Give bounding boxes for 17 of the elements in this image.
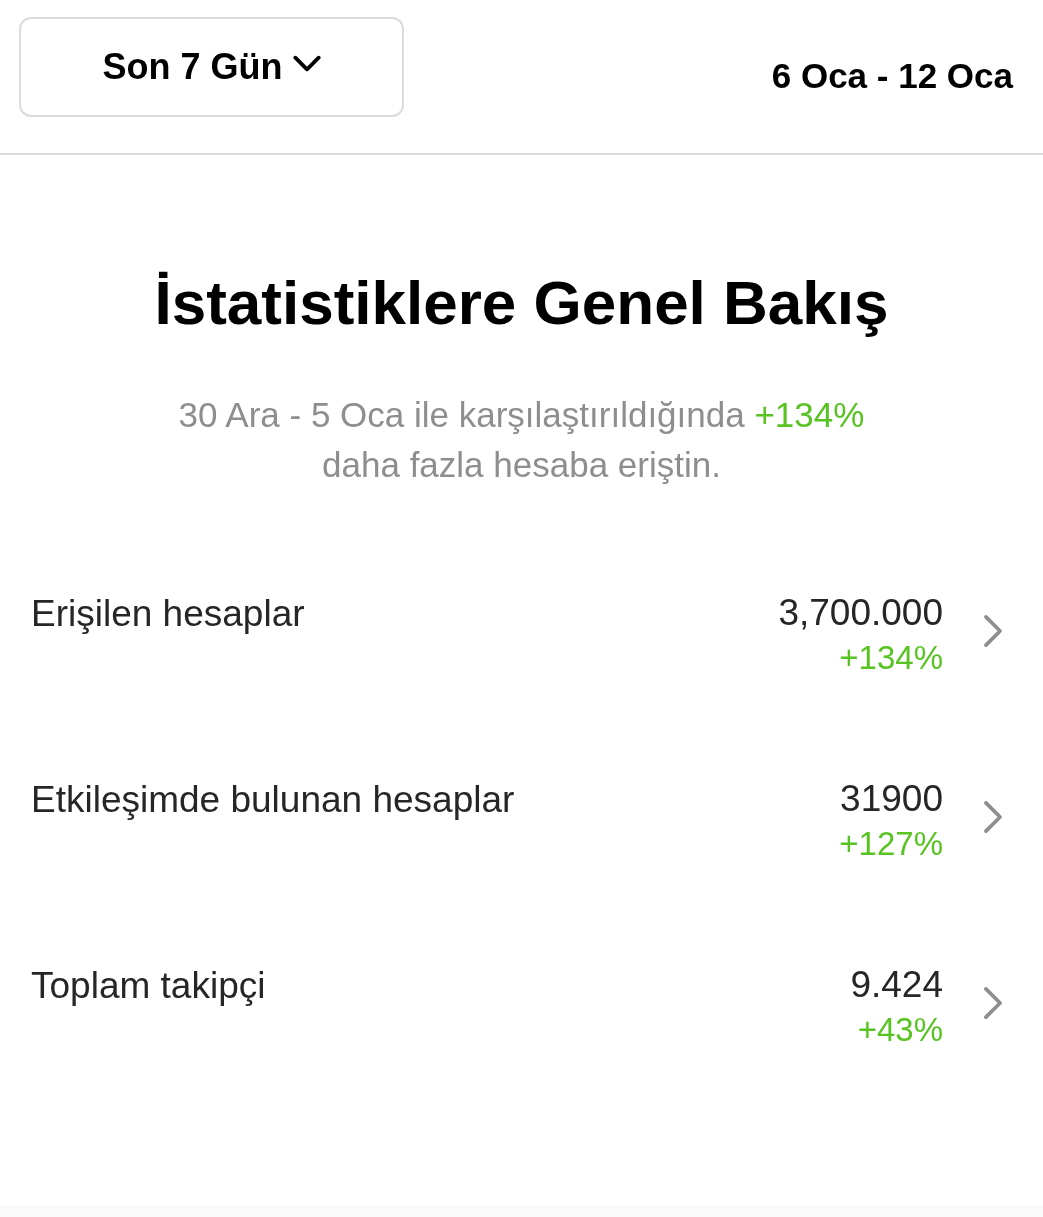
metric-change: +134%: [839, 638, 943, 678]
chevron-right-icon[interactable]: [983, 614, 1003, 648]
comparison-text: 30 Ara - 5 Oca ile karşılaştırıldığında +134% daha fazla hesaba eriştin.: [177, 394, 866, 486]
overview-title: İstatistiklere Genel Bakış: [153, 267, 890, 338]
chevron-right-icon[interactable]: [983, 986, 1003, 1020]
date-range: 6 Oca - 12 Oca: [771, 55, 1013, 96]
chevron-down-icon: [292, 55, 321, 72]
metric-value: 3,700.000: [778, 591, 943, 635]
metric-change: +127%: [839, 824, 943, 864]
metric-label: Erişilen hesaplar: [31, 593, 306, 635]
metric-change: +43%: [857, 1010, 943, 1050]
period-dropdown[interactable]: Son 7 Gün: [19, 16, 404, 117]
metric-value: 9.424: [850, 963, 943, 1007]
metric-label: Toplam takipçi: [31, 965, 267, 1007]
chevron-right-icon[interactable]: [983, 800, 1003, 834]
metric-label: Etkileşimde bulunan hesaplar: [31, 779, 516, 821]
metric-value: 31900: [840, 777, 943, 821]
